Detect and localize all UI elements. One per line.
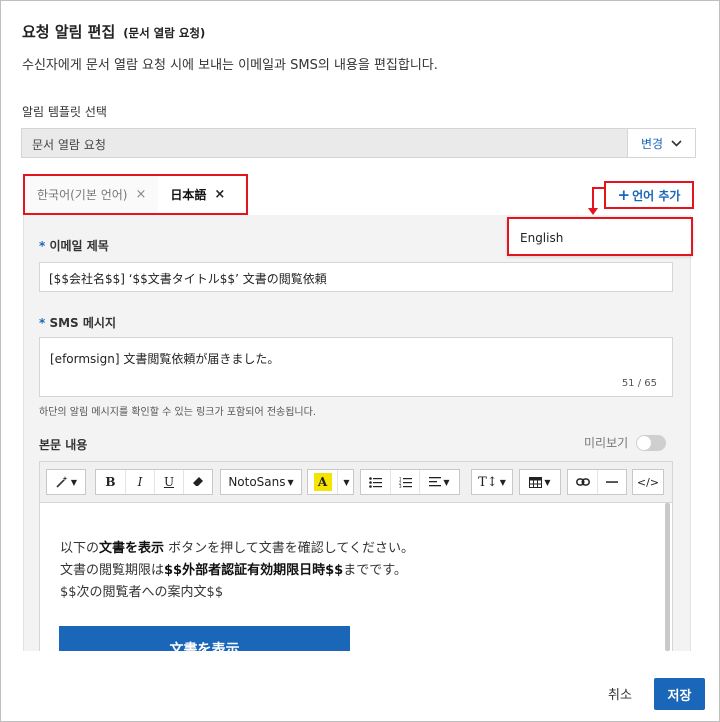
annotation-arrow: [592, 187, 594, 209]
underline-button[interactable]: U: [154, 470, 183, 494]
text-color-button[interactable]: A: [308, 470, 337, 494]
language-tabs: 한국어(기본 언어) × 日本語 ×: [23, 174, 248, 215]
sms-note: 하단의 알림 메시지를 확인할 수 있는 링크가 포함되어 전송됩니다.: [39, 407, 317, 418]
editor-scrollbar[interactable]: [665, 503, 670, 651]
chevron-down-icon: [671, 139, 682, 147]
link-button[interactable]: [568, 470, 597, 494]
caret-down-icon: ▼: [544, 477, 551, 487]
dialog-description: 수신자에게 문서 열람 요청 시에 보내는 이메일과 SMS의 내용을 편집합니…: [22, 58, 438, 73]
dialog-subtitle: (문서 열람 요청): [123, 26, 206, 40]
caret-down-icon: ▼: [70, 477, 78, 487]
tab-korean[interactable]: 한국어(기본 언어) ×: [25, 176, 159, 213]
caret-down-icon: ▼: [287, 477, 294, 487]
save-button[interactable]: 저장: [654, 678, 705, 710]
text-size-button[interactable]: T↕ ▼: [471, 469, 513, 495]
annotation-arrow-head: [588, 208, 598, 215]
insert-group: [567, 469, 627, 495]
language-dropdown: English: [507, 217, 693, 256]
tab-korean-label: 한국어(기본 언어): [37, 188, 128, 202]
text-color-group: A ▼: [307, 469, 354, 495]
template-label: 알림 템플릿 선택: [22, 105, 107, 119]
caret-down-icon: ▼: [443, 477, 450, 487]
sms-char-count: 51 / 65: [621, 378, 657, 389]
close-icon[interactable]: ×: [135, 187, 146, 202]
sms-message-label: * SMS 메시지: [39, 314, 116, 331]
magic-wand-icon: [56, 476, 68, 488]
horizontal-rule-icon: [606, 481, 618, 483]
text-color-dropdown[interactable]: ▼: [337, 470, 353, 494]
bullet-list-icon: [369, 476, 382, 488]
view-document-button-preview: 文書を表示: [59, 626, 350, 651]
template-select[interactable]: 문서 열람 요청 변경: [21, 128, 696, 158]
text-size-icon: T↕: [478, 474, 498, 490]
email-subject-label-text: 이메일 제목: [49, 239, 109, 253]
text-format-group: B I U: [95, 469, 213, 495]
align-button[interactable]: ▼: [419, 470, 459, 494]
bold-button[interactable]: B: [96, 470, 125, 494]
editor-toolbar: ▼ B I U NotoSans ▼ A ▼ 123 ▼ T↕ ▼ ▼ </>: [39, 461, 673, 503]
dialog-title: 요청 알림 편집: [22, 23, 116, 41]
magic-style-button[interactable]: ▼: [46, 469, 86, 495]
editor-line-2: 文書の閲覧期限は$$外部者認証有効期限日時$$までです。: [60, 563, 407, 578]
numbered-list-icon: 123: [399, 477, 412, 488]
tab-japanese[interactable]: 日本語 ×: [158, 176, 237, 213]
tab-japanese-label: 日本語: [170, 188, 207, 202]
email-subject-input[interactable]: [$$会社名$$] ‘$$文書タイトル$$’ 文書の閲覧依頼: [39, 262, 673, 292]
template-value: 문서 열람 요청: [32, 138, 106, 152]
preview-label: 미리보기: [584, 436, 629, 450]
preview-toggle[interactable]: [636, 434, 667, 451]
toggle-knob: [637, 435, 652, 450]
caret-down-icon: ▼: [499, 477, 506, 487]
cancel-button[interactable]: 취소: [608, 684, 632, 703]
link-icon: [575, 478, 590, 486]
list-group: 123 ▼: [360, 469, 460, 495]
preview-toggle-group: 미리보기: [584, 434, 667, 451]
required-marker: *: [39, 239, 50, 253]
language-option-english[interactable]: English: [520, 231, 563, 245]
italic-button[interactable]: I: [125, 470, 154, 494]
template-change-button[interactable]: 변경: [627, 129, 695, 157]
dialog-header: 요청 알림 편집 (문서 열람 요청): [22, 21, 205, 42]
code-view-button[interactable]: </>: [632, 469, 664, 495]
email-subject-label: * 이메일 제목: [39, 237, 109, 254]
add-language-button[interactable]: + 언어 추가: [604, 181, 694, 209]
table-button[interactable]: ▼: [519, 469, 561, 495]
align-left-icon: [429, 477, 442, 487]
add-language-label: 언어 추가: [632, 188, 681, 203]
text-color-icon: A: [313, 473, 332, 491]
sms-message-text: [eformsign] 文書閲覧依頼が届きました。: [50, 352, 280, 366]
editor-line-1: 以下の文書を表示 ボタンを押して文書を確認してください。: [60, 541, 414, 556]
numbered-list-button[interactable]: 123: [390, 470, 419, 494]
svg-text:3: 3: [399, 484, 402, 488]
eraser-button[interactable]: [183, 470, 212, 494]
caret-down-icon: ▼: [343, 477, 350, 487]
sms-message-input[interactable]: [eformsign] 文書閲覧依頼が届きました。 51 / 65: [39, 337, 673, 397]
horizontal-rule-button[interactable]: [597, 470, 626, 494]
bullet-list-button[interactable]: [361, 470, 390, 494]
table-icon: [529, 476, 543, 488]
template-change-label: 변경: [640, 136, 664, 151]
required-marker: *: [39, 316, 50, 330]
plus-icon: +: [617, 186, 631, 204]
editor-line-3: $$次の閲覧者への案内文$$: [60, 585, 224, 600]
sms-message-label-text: SMS 메시지: [49, 316, 116, 330]
body-editor[interactable]: — — — — — — — — — — — — — 以下の文書を表示 ボタンを押…: [39, 503, 673, 651]
code-icon: </>: [636, 475, 660, 489]
editor-clipped-line: — — — — — — — — — — — — —: [60, 503, 266, 508]
close-icon[interactable]: ×: [214, 187, 225, 202]
font-family-select[interactable]: NotoSans ▼: [220, 469, 302, 495]
font-family-label: NotoSans: [228, 475, 286, 489]
body-content-label: 본문 내용: [39, 438, 88, 452]
edit-notification-dialog: 요청 알림 편집 (문서 열람 요청) 수신자에게 문서 열람 요청 시에 보내…: [0, 0, 720, 722]
eraser-icon: [193, 477, 203, 486]
